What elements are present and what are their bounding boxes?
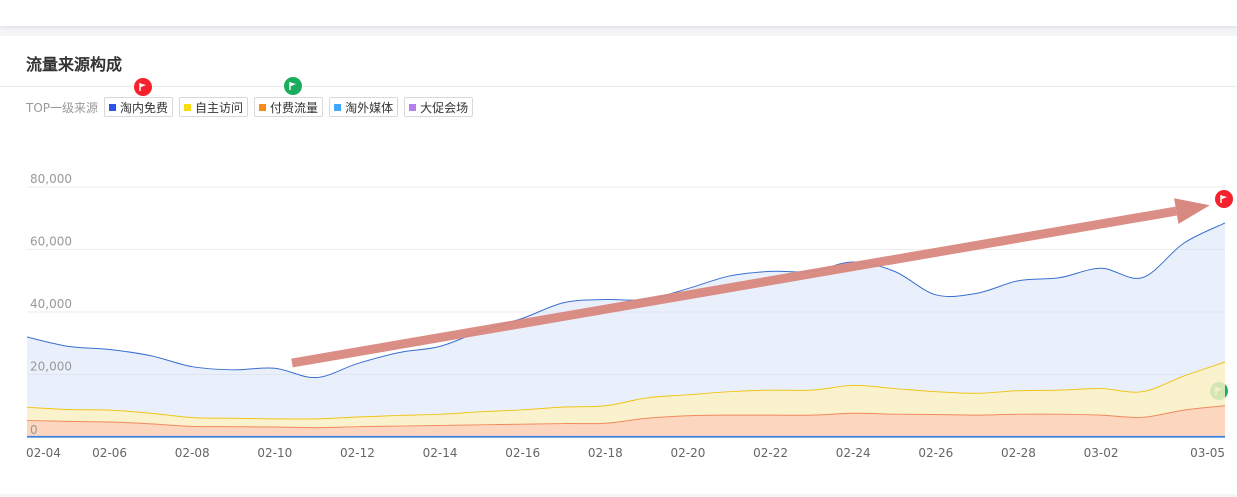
- x-tick-label: 02-10: [257, 446, 292, 460]
- x-tick-label: 02-22: [753, 446, 788, 460]
- traffic-area-chart: 0 20,000 40,000 60,000 80,000 02-04 02-06 02-08…: [26, 172, 1226, 460]
- x-tick-label: 02-04: [26, 446, 61, 460]
- y-tick-label: 80,000: [30, 172, 72, 186]
- x-tick-label: 02-18: [588, 446, 623, 460]
- x-tick-label: 02-16: [505, 446, 540, 460]
- x-tick-label: 03-05: [1190, 446, 1225, 460]
- x-tick-label: 02-08: [175, 446, 210, 460]
- y-tick-label: 40,000: [30, 297, 72, 311]
- x-tick-label: 02-24: [836, 446, 871, 460]
- x-tick-label: 02-06: [92, 446, 127, 460]
- y-tick-label: 0: [30, 423, 38, 437]
- trend-arrow-head: [1174, 198, 1210, 224]
- x-tick-label: 03-02: [1084, 446, 1119, 460]
- x-tick-label: 02-14: [423, 446, 458, 460]
- y-tick-label: 20,000: [30, 360, 72, 374]
- y-tick-label: 60,000: [30, 235, 72, 249]
- x-tick-label: 02-26: [918, 446, 953, 460]
- x-tick-label: 02-12: [340, 446, 375, 460]
- x-tick-label: 02-20: [671, 446, 706, 460]
- x-tick-label: 02-28: [1001, 446, 1036, 460]
